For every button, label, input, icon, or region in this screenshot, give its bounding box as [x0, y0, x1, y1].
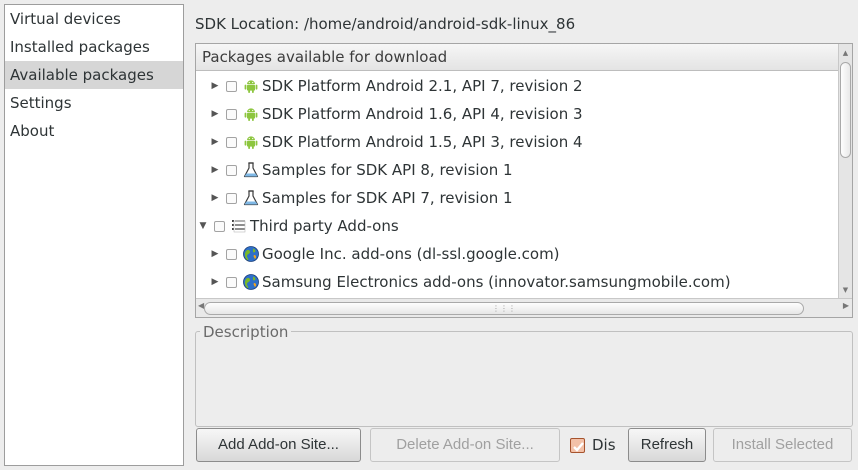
packages-tree[interactable]: Packages available for download ▶ SDK Pla…: [195, 43, 853, 318]
package-checkbox[interactable]: [226, 137, 237, 148]
package-label: SDK Platform Android 1.6, API 4, revisio…: [262, 105, 583, 123]
horizontal-scroll-thumb[interactable]: ⋮⋮⋮: [204, 302, 804, 315]
package-checkbox[interactable]: [226, 277, 237, 288]
sidebar-item-available-packages[interactable]: Available packages: [5, 61, 183, 89]
sdk-location-label: SDK Location: /home/android/android-sdk-…: [195, 15, 576, 33]
expander-collapsed-icon[interactable]: ▶: [210, 184, 220, 212]
addons-icon: [230, 217, 248, 235]
package-checkbox[interactable]: [226, 109, 237, 120]
package-label: SDK Platform Android 2.1, API 7, revisio…: [262, 77, 583, 95]
expander-collapsed-icon[interactable]: ▶: [210, 240, 220, 268]
description-panel: Description: [195, 322, 853, 427]
sidebar-item-label: Installed packages: [10, 38, 150, 56]
tree-row[interactable]: ▼ Third party Add-ons: [196, 212, 838, 240]
android-icon: [242, 105, 260, 123]
tree-row[interactable]: ▶ SDK Platform Android 1.6, API 4, revisi…: [196, 100, 838, 128]
package-checkbox[interactable]: [226, 165, 237, 176]
expander-expanded-icon[interactable]: ▼: [198, 212, 208, 240]
tree-row[interactable]: ▶ Samsung Electronics add-ons (innovator.…: [196, 268, 838, 296]
flask-icon: [242, 161, 260, 179]
scroll-right-icon[interactable]: ▶: [843, 301, 849, 310]
scroll-grip-icon: ⋮⋮⋮: [492, 304, 516, 313]
sidebar-item-label: Available packages: [10, 66, 154, 84]
scroll-down-icon[interactable]: ▼: [839, 283, 852, 297]
expander-collapsed-icon[interactable]: ▶: [210, 72, 220, 100]
tree-row[interactable]: ▶ Google Inc. add-ons (dl-ssl.google.com): [196, 240, 838, 268]
package-checkbox[interactable]: [226, 249, 237, 260]
package-label: SDK Platform Android 1.5, API 3, revisio…: [262, 133, 583, 151]
delete-addon-site-button[interactable]: Delete Add-on Site...: [370, 428, 560, 462]
display-updates-checkbox[interactable]: Dis: [570, 428, 622, 462]
install-selected-button[interactable]: Install Selected: [713, 428, 852, 462]
package-label: Samsung Electronics add-ons (innovator.s…: [262, 273, 731, 291]
sidebar-item-about[interactable]: About: [5, 117, 183, 145]
package-label: Samples for SDK API 8, revision 1: [262, 161, 513, 179]
package-checkbox[interactable]: [214, 221, 225, 232]
expander-collapsed-icon[interactable]: ▶: [210, 156, 220, 184]
package-checkbox[interactable]: [226, 193, 237, 204]
display-updates-label: Dis: [592, 436, 616, 454]
tree-row[interactable]: ▶ Samples for SDK API 8, revision 1: [196, 156, 838, 184]
packages-column-header[interactable]: Packages available for download: [196, 44, 838, 71]
vertical-scroll-thumb[interactable]: [840, 62, 851, 158]
tree-row[interactable]: ▶ SDK Platform Android 1.5, API 3, revisi…: [196, 128, 838, 156]
sidebar-item-label: Virtual devices: [10, 10, 121, 28]
android-icon: [242, 77, 260, 95]
packages-list: ▶ SDK Platform Android 2.1, API 7, revisi…: [196, 72, 838, 297]
sidebar-item-installed-packages[interactable]: Installed packages: [5, 33, 183, 61]
expander-collapsed-icon[interactable]: ▶: [210, 128, 220, 156]
sidebar-item-label: Settings: [10, 94, 72, 112]
tree-row[interactable]: ▶ SDK Platform Android 2.1, API 7, revisi…: [196, 72, 838, 100]
globe-icon: [242, 245, 260, 263]
expander-collapsed-icon[interactable]: ▶: [210, 268, 220, 296]
android-icon: [242, 133, 260, 151]
sidebar-item-virtual-devices[interactable]: Virtual devices: [5, 5, 183, 33]
package-label: Third party Add-ons: [250, 217, 399, 235]
vertical-scrollbar[interactable]: ▲ ▼: [838, 44, 852, 299]
sidebar: Virtual devices Installed packages Avail…: [4, 4, 184, 466]
package-label: Samples for SDK API 7, revision 1: [262, 189, 513, 207]
sidebar-item-label: About: [10, 122, 55, 140]
scroll-up-icon[interactable]: ▲: [839, 46, 852, 60]
flask-icon: [242, 189, 260, 207]
expander-collapsed-icon[interactable]: ▶: [210, 100, 220, 128]
refresh-button[interactable]: Refresh: [628, 428, 706, 462]
description-label: Description: [200, 322, 292, 342]
tree-row[interactable]: ▶ Samples for SDK API 7, revision 1: [196, 184, 838, 212]
add-addon-site-button[interactable]: Add Add-on Site...: [196, 428, 361, 462]
checkbox-checked-icon[interactable]: [570, 438, 585, 453]
globe-icon: [242, 273, 260, 291]
package-checkbox[interactable]: [226, 81, 237, 92]
sidebar-item-settings[interactable]: Settings: [5, 89, 183, 117]
horizontal-scrollbar[interactable]: ◀ ⋮⋮⋮ ▶: [196, 298, 852, 317]
package-label: Google Inc. add-ons (dl-ssl.google.com): [262, 245, 560, 263]
